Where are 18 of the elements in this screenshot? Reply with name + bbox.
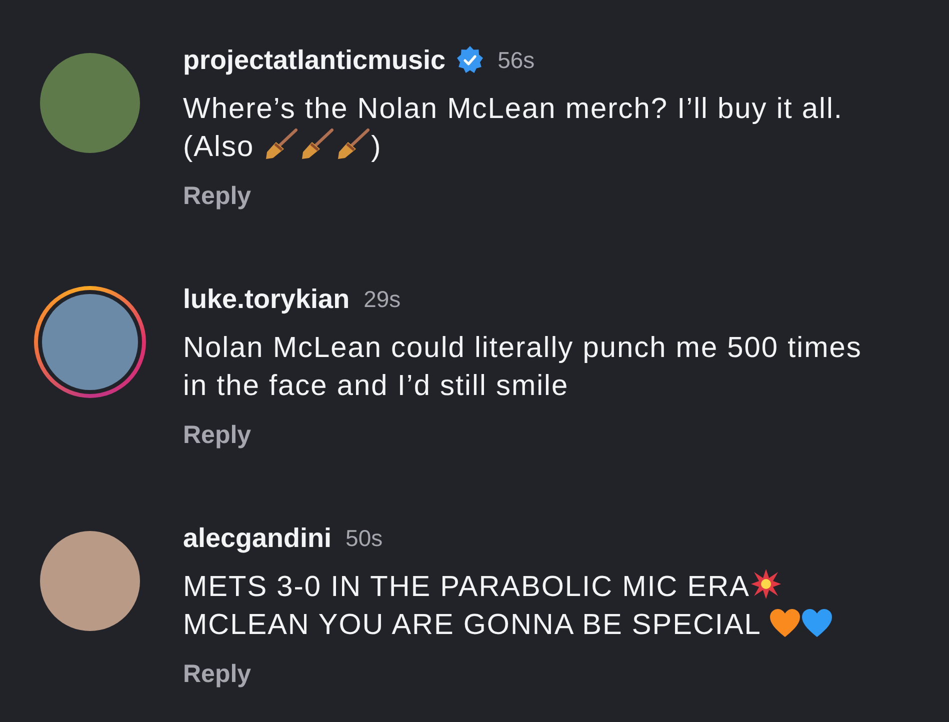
timestamp: 56s <box>498 46 535 75</box>
comment-text: METS 3-0 IN THE PARABOLIC MIC ERA MCLEAN YOU ARE GONNA BE SPECIAL <box>183 568 834 644</box>
username[interactable]: luke.torykian <box>183 278 350 320</box>
username[interactable]: projectatlanticmusic <box>183 40 446 80</box>
heart-icon <box>801 608 834 638</box>
timestamp: 29s <box>364 284 401 314</box>
reply-button[interactable]: Reply <box>183 658 252 690</box>
reply-button[interactable]: Reply <box>183 180 252 212</box>
broom-icon <box>335 128 372 160</box>
reply-button[interactable]: Reply <box>183 419 252 451</box>
heart-icon <box>769 608 802 638</box>
username[interactable]: alecgandini <box>183 518 332 558</box>
broom-icon <box>263 128 300 160</box>
comment-text: Nolan McLean could literally punch me 500 times in the face and I’d still smile <box>183 331 862 404</box>
explosion-icon <box>750 568 782 600</box>
comment-text: Where’s the Nolan McLean merch? I’ll buy it all. (Also ) <box>183 92 843 165</box>
timestamp: 50s <box>346 524 383 553</box>
broom-icon <box>299 128 336 160</box>
